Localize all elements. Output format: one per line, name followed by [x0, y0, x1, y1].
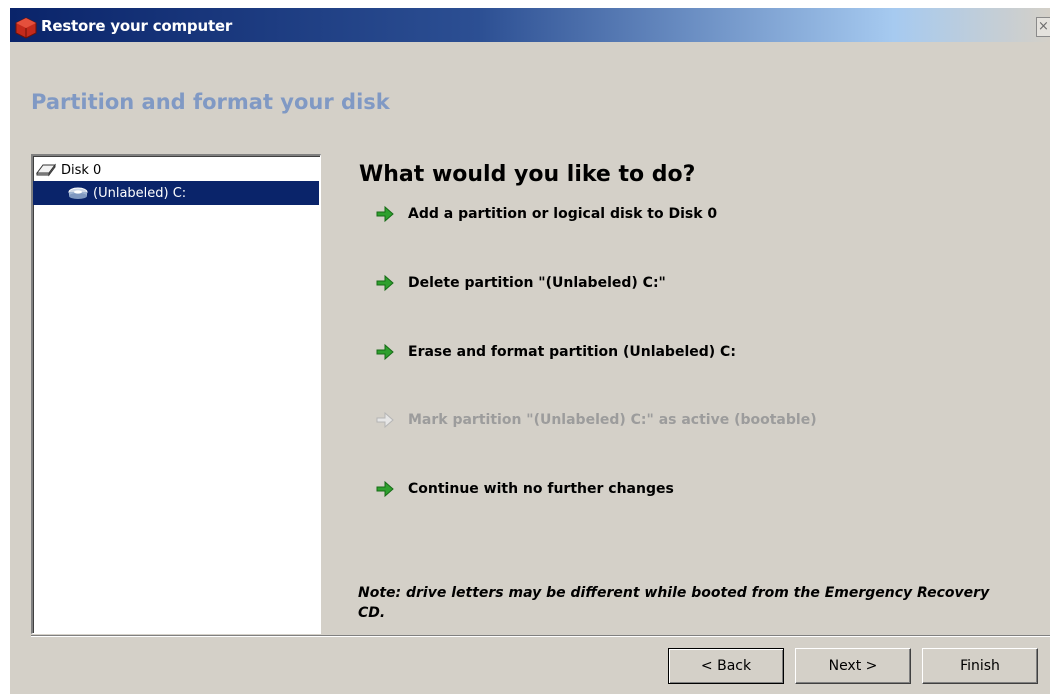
disk-label: Disk 0 — [61, 162, 102, 178]
title-bar[interactable]: Restore your computer × — [10, 8, 1050, 42]
footer-divider — [31, 635, 1050, 637]
option-add-partition[interactable]: Add a partition or logical disk to Disk … — [374, 202, 717, 226]
option-label: Delete partition "(Unlabeled) C:" — [408, 275, 666, 291]
restore-dialog: Restore your computer × Partition and fo… — [10, 8, 1050, 694]
green-arrow-icon — [376, 274, 394, 292]
option-erase-format[interactable]: Erase and format partition (Unlabeled) C… — [374, 340, 736, 364]
window-title: Restore your computer — [41, 17, 233, 35]
option-label: Add a partition or logical disk to Disk … — [408, 206, 718, 222]
close-icon: × — [1038, 19, 1049, 34]
option-mark-active: Mark partition "(Unlabeled) C:" as activ… — [374, 408, 817, 432]
option-continue[interactable]: Continue with no further changes — [374, 477, 674, 501]
restore-app-icon — [15, 17, 37, 39]
finish-button[interactable]: Finish — [922, 648, 1038, 684]
tree-item-disk-0[interactable]: Disk 0 — [35, 158, 315, 182]
disk-tree[interactable]: Disk 0 (Unlabeled) C: — [31, 154, 321, 634]
option-delete-partition[interactable]: Delete partition "(Unlabeled) C:" — [374, 271, 666, 295]
back-button[interactable]: < Back — [668, 648, 784, 684]
next-button[interactable]: Next > — [795, 648, 911, 684]
green-arrow-icon — [376, 343, 394, 361]
option-label: Continue with no further changes — [408, 481, 674, 497]
close-button[interactable]: × — [1036, 17, 1050, 37]
option-label: Erase and format partition (Unlabeled) C… — [408, 344, 736, 360]
options-heading: What would you like to do? — [359, 162, 696, 187]
disk-icon — [36, 163, 56, 177]
partition-label: (Unlabeled) C: — [93, 185, 187, 201]
page-title: Partition and format your disk — [31, 90, 390, 114]
partition-icon — [68, 187, 88, 199]
green-arrow-icon — [376, 480, 394, 498]
tree-item-partition-c[interactable]: (Unlabeled) C: — [33, 181, 319, 205]
option-label: Mark partition "(Unlabeled) C:" as activ… — [408, 412, 817, 428]
gray-arrow-icon — [376, 411, 394, 429]
green-arrow-icon — [376, 205, 394, 223]
drive-letter-note: Note: drive letters may be different whi… — [358, 585, 990, 621]
